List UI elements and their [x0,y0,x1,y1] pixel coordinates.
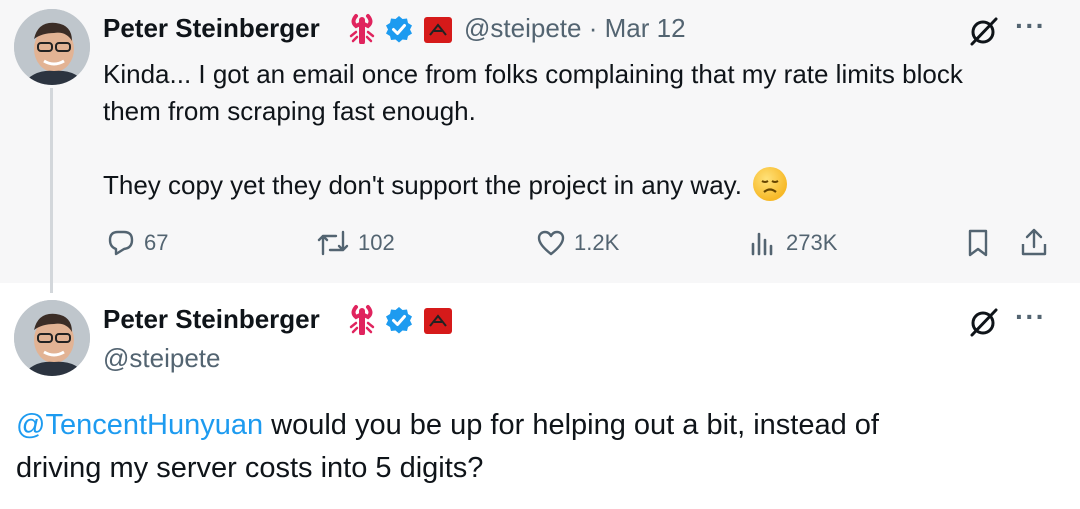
views-count: 273K [786,230,838,255]
post-text: Kinda... I got an email once from folks … [103,56,1063,204]
lobster-icon [347,12,377,49]
avatar-image [14,300,90,376]
handle[interactable]: @steipete [103,343,220,374]
verified-badge-icon[interactable] [385,15,413,48]
handle[interactable]: @steipete · Mar 12 [464,13,686,44]
like-button[interactable]: 1.2K [536,228,619,258]
thread-connector-line [50,88,53,293]
lobster-icon [347,303,377,340]
share-button[interactable] [1019,226,1049,263]
flag-badge-icon[interactable] [424,17,452,48]
repost-count: 102 [358,230,395,255]
like-count: 1.2K [574,230,620,255]
post-text: @TencentHunyuan would you be up for help… [16,404,1066,490]
grok-icon[interactable] [968,306,1000,343]
repost-button[interactable]: 102 [316,228,395,258]
author-name[interactable]: Peter Steinberger [103,304,320,335]
post-text-line: them from scraping fast enough. [103,96,476,126]
post-text-line: @TencentHunyuan would you be up for help… [16,404,1066,447]
views-icon [751,232,773,256]
bookmark-icon [968,229,988,257]
meta-separator: · [588,13,598,43]
reply-count: 67 [144,230,169,255]
paragraph-break [103,130,1063,167]
more-icon[interactable]: ··· [1015,10,1046,42]
bookmark-button[interactable] [963,228,993,263]
flag-badge-icon[interactable] [424,308,452,339]
more-icon[interactable]: ··· [1015,301,1046,333]
repost-icon [317,230,349,256]
grok-icon[interactable] [968,15,1000,52]
post-text-line: driving my server costs into 5 digits? [16,452,484,484]
handle-text[interactable]: @steipete [464,13,581,43]
post-text-span: They copy yet they don't support the pro… [103,170,742,200]
avatar-image [14,9,90,85]
avatar[interactable] [14,9,90,85]
reply-icon [108,230,134,256]
avatar[interactable] [14,300,90,376]
post-text-span: would you be up for helping out a bit, i… [263,409,879,441]
mention-link[interactable]: @TencentHunyuan [16,409,263,441]
post-text-line: Kinda... I got an email once from folks … [103,59,963,89]
post-date[interactable]: Mar 12 [605,13,686,43]
author-name[interactable]: Peter Steinberger [103,13,320,44]
like-icon [537,230,565,256]
share-icon [1021,228,1047,256]
reply-button[interactable]: 67 [106,228,168,258]
views-button[interactable]: 273K [748,228,837,258]
verified-badge-icon[interactable] [385,306,413,339]
post-text-line: They copy yet they don't support the pro… [103,167,1063,204]
disappointed-face-icon [753,167,788,202]
